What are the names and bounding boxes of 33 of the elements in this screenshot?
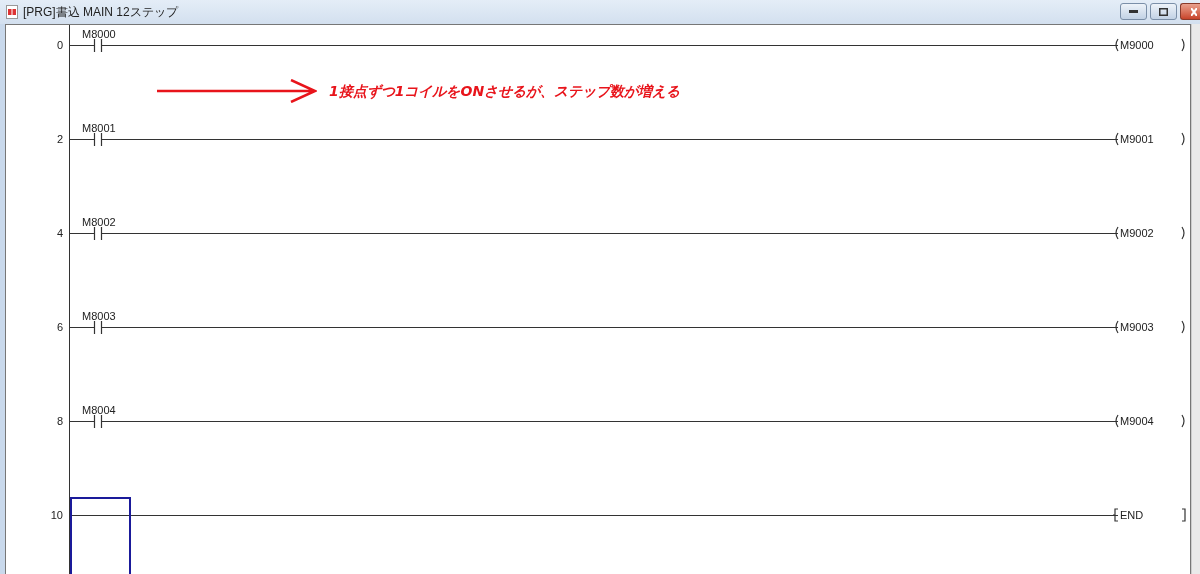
contact-label: M8004 <box>82 404 116 416</box>
coil-label: M9001 <box>1120 133 1154 146</box>
coil-label: M9004 <box>1120 415 1154 428</box>
coil-label: M9002 <box>1120 227 1154 240</box>
step-number: 8 <box>56 415 63 428</box>
instruction-bracket-icon <box>1181 508 1187 522</box>
maximize-icon <box>1159 7 1168 16</box>
coil-bracket-icon <box>1181 132 1187 146</box>
step-number: 6 <box>56 321 63 334</box>
contact-label: M8002 <box>82 216 116 228</box>
step-number: 10 <box>50 509 63 522</box>
coil-bracket-icon <box>1181 414 1187 428</box>
step-number: 4 <box>56 227 63 240</box>
coil-bracket-icon <box>1181 320 1187 334</box>
coil-bracket-icon <box>1181 38 1187 52</box>
window-title: [PRG]書込 MAIN 12ステップ <box>23 4 178 21</box>
arrow-icon <box>157 79 317 103</box>
contact-label: M8001 <box>82 122 116 134</box>
close-button[interactable] <box>1180 3 1200 20</box>
contact-label: M8000 <box>82 28 116 40</box>
maximize-button[interactable] <box>1150 3 1177 20</box>
close-icon <box>1191 7 1197 16</box>
step-number: 0 <box>56 39 63 52</box>
step-number: 2 <box>56 133 63 146</box>
contact-label: M8003 <box>82 310 116 322</box>
app-icon <box>6 5 18 19</box>
annotation-text: 1接点ずつ1コイルをONさせるが、ステップ数が増える <box>329 81 681 101</box>
minimize-icon <box>1129 10 1138 13</box>
coil-label: M9003 <box>1120 321 1154 334</box>
end-instruction: END <box>1120 509 1144 522</box>
minimize-button[interactable] <box>1120 3 1147 20</box>
coil-bracket-icon <box>1181 226 1187 240</box>
coil-label: M9000 <box>1120 39 1154 52</box>
